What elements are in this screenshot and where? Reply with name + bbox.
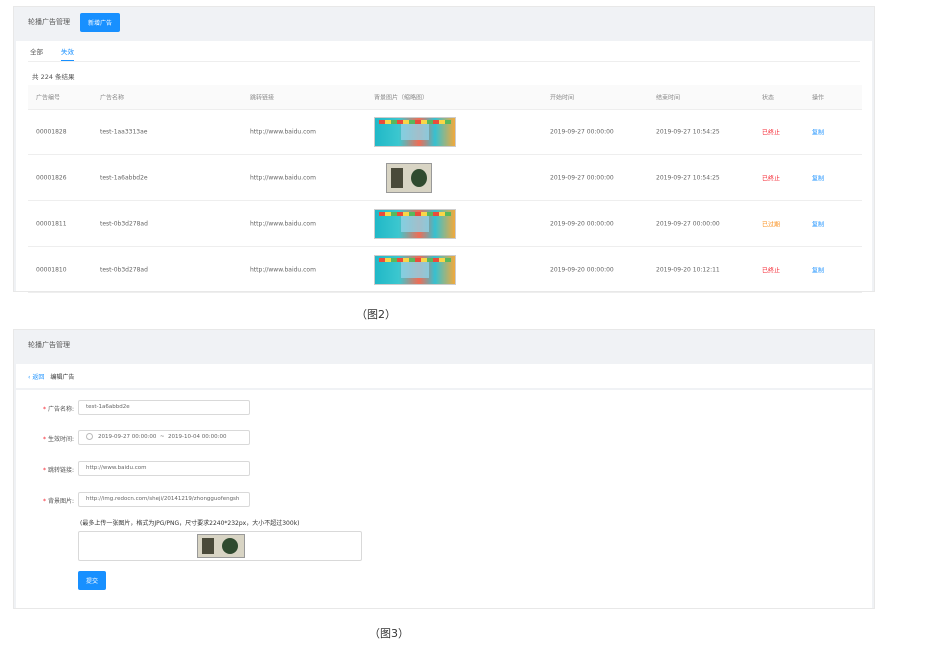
ad-id: 00001828 — [36, 128, 67, 135]
back-label: 返回 — [32, 373, 45, 381]
link-label: * 跳转链接: — [42, 467, 74, 474]
upload-hint: (最多上传一张图片，格式为JPG/PNG，尺寸要求2240*232px，大小不超… — [80, 520, 300, 527]
list-card: 全部 失效 共 224 条结果 广告编号 广告名称 跳转链接 背景图片（缩略图）… — [16, 41, 872, 293]
col-link: 跳转链接 — [250, 94, 275, 102]
time-label: * 生效时间: — [42, 436, 74, 443]
ad-link: http://www.baidu.com — [250, 128, 316, 135]
ad-id: 00001826 — [36, 174, 67, 181]
clock-icon — [86, 433, 93, 440]
ad-name-field[interactable]: test-1a6abbd2e — [78, 400, 250, 415]
status-badge: 已终止 — [762, 175, 781, 182]
tab-divider — [28, 61, 860, 62]
ad-name: test-1a6abbd2e — [100, 174, 148, 181]
ad-id: 00001811 — [36, 220, 67, 227]
ad-end: 2019-09-27 10:54:25 — [656, 128, 720, 135]
submit-button[interactable]: 提交 — [78, 571, 107, 590]
col-start: 开始时间 — [550, 94, 575, 102]
copy-link[interactable]: 复制 — [812, 173, 824, 182]
ad-end: 2019-09-27 10:54:25 — [656, 174, 720, 181]
status-badge: 已终止 — [762, 129, 781, 136]
banner-thumbnail — [386, 162, 432, 193]
uploaded-image-thumbnail — [197, 534, 245, 558]
edit-title: 编辑广告 — [50, 373, 75, 381]
ad-link: http://www.baidu.com — [250, 174, 316, 181]
breadcrumb: ‹ 返回 编辑广告 — [16, 364, 872, 388]
copy-link[interactable]: 复制 — [812, 127, 824, 136]
col-status: 状态 — [762, 94, 775, 102]
ad-link: http://www.baidu.com — [250, 220, 316, 227]
end-date: 2019-10-04 00:00:00 — [168, 434, 227, 440]
list-header: 轮播广告管理 新增广告 — [14, 7, 874, 37]
banner-thumbnail — [374, 208, 456, 239]
ad-name: test-0b3d278ad — [100, 220, 148, 227]
figure-caption-2: （图2） — [356, 308, 396, 321]
ad-name: test-1aa3313ae — [100, 128, 148, 135]
table-row: 00001828 test-1aa3313ae http://www.baidu… — [28, 109, 862, 155]
result-count: 共 224 条结果 — [32, 73, 75, 81]
status-tabs: 全部 失效 — [30, 46, 92, 61]
table-header: 广告编号 广告名称 跳转链接 背景图片（缩略图） 开始时间 结束时间 状态 操作 — [28, 85, 862, 110]
page-title: 轮播广告管理 — [28, 341, 70, 349]
ad-end: 2019-09-27 00:00:00 — [656, 220, 720, 227]
col-id: 广告编号 — [36, 94, 61, 102]
ad-id: 00001810 — [36, 266, 67, 273]
ad-edit-panel: 轮播广告管理 ‹ 返回 编辑广告 * 广告名称: test-1a6abbd2e *… — [13, 329, 875, 609]
ad-start: 2019-09-20 00:00:00 — [550, 266, 614, 273]
image-url-field[interactable]: http://img.redocn.com/sheji/20141219/zho… — [78, 492, 250, 507]
tab-invalid[interactable]: 失效 — [61, 46, 74, 61]
image-label: * 背景图片: — [42, 498, 74, 505]
figure-caption-3: （图3） — [369, 627, 409, 640]
name-label: * 广告名称: — [42, 406, 74, 413]
copy-link[interactable]: 复制 — [812, 265, 824, 274]
ad-start: 2019-09-27 00:00:00 — [550, 174, 614, 181]
col-name: 广告名称 — [100, 94, 125, 102]
ad-name: test-0b3d278ad — [100, 266, 148, 273]
ad-link: http://www.baidu.com — [250, 266, 316, 273]
edit-header: 轮播广告管理 — [14, 330, 874, 360]
table-row: 00001811 test-0b3d278ad http://www.baidu… — [28, 201, 862, 247]
add-ad-button[interactable]: 新增广告 — [80, 12, 121, 32]
table-row: 00001826 test-1a6abbd2e http://www.baidu… — [28, 155, 862, 201]
range-separator: ~ — [159, 434, 165, 440]
col-action: 操作 — [812, 94, 825, 102]
ad-start: 2019-09-20 00:00:00 — [550, 220, 614, 227]
page-title: 轮播广告管理 — [28, 18, 70, 26]
date-range-picker[interactable]: 2019-09-27 00:00:00 ~ 2019-10-04 00:00:0… — [78, 430, 250, 445]
status-badge: 已过期 — [762, 221, 781, 228]
col-end: 结束时间 — [656, 94, 681, 102]
table-row: 00001810 test-0b3d278ad http://www.baidu… — [28, 247, 862, 293]
status-badge: 已终止 — [762, 267, 781, 274]
banner-thumbnail — [374, 254, 456, 285]
ad-list-panel: 轮播广告管理 新增广告 全部 失效 共 224 条结果 广告编号 广告名称 跳转… — [13, 6, 875, 293]
copy-link[interactable]: 复制 — [812, 219, 824, 228]
banner-thumbnail — [374, 116, 456, 147]
col-image: 背景图片（缩略图） — [374, 94, 429, 102]
edit-form: * 广告名称: test-1a6abbd2e * 生效时间: 2019-09-27 … — [16, 390, 872, 608]
tab-all[interactable]: 全部 — [30, 46, 43, 61]
back-link[interactable]: ‹ 返回 — [28, 372, 44, 381]
jump-link-field[interactable]: http://www.baidu.com — [78, 461, 250, 476]
start-date: 2019-09-27 00:00:00 — [98, 434, 157, 440]
image-upload-area[interactable] — [78, 531, 362, 561]
ad-start: 2019-09-27 00:00:00 — [550, 128, 614, 135]
ad-end: 2019-09-20 10:12:11 — [656, 266, 720, 273]
